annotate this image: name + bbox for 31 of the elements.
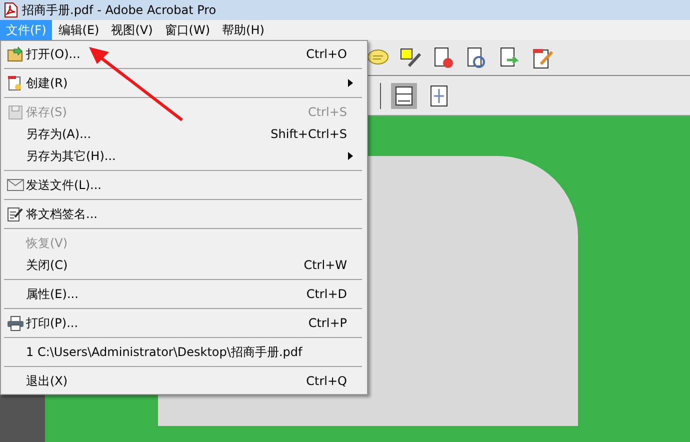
fit-width-icon	[395, 86, 413, 106]
menu-item[interactable]: 打开(O)... Ctrl+O	[1, 43, 367, 65]
menu-item[interactable]: 另存为(A)... Shift+Ctrl+S	[1, 123, 367, 145]
envelope-icon	[6, 179, 24, 191]
printer-icon	[6, 316, 24, 330]
pdf-file-icon	[4, 2, 18, 18]
new-document-icon	[7, 75, 23, 91]
menu-item[interactable]: 帮助(H)	[216, 20, 270, 40]
sign-document-icon	[7, 206, 23, 222]
menu-item[interactable]: 视图(V)	[105, 20, 159, 40]
document-delete-icon[interactable]	[432, 46, 456, 70]
menu-item[interactable]: 发送文件(L)...	[1, 174, 367, 196]
menu-item[interactable]: 退出(X) Ctrl+Q	[1, 370, 367, 392]
menu-item[interactable]: 属性(E)... Ctrl+D	[1, 283, 367, 305]
menu-item: 保存(S) Ctrl+S	[1, 101, 367, 123]
menu-item[interactable]: 打印(P)... Ctrl+P	[1, 312, 367, 334]
menu-item[interactable]: 另存为其它(H)...	[1, 145, 367, 167]
menu-item[interactable]: 窗口(W)	[158, 20, 216, 40]
fit-width-button[interactable]	[391, 82, 417, 108]
menu-item[interactable]: 将文档签名...	[1, 203, 367, 225]
folder-icon	[7, 46, 23, 62]
submenu-arrow-icon	[348, 79, 353, 87]
window-title: 招商手册.pdf - Adobe Acrobat Pro	[22, 2, 216, 19]
submenu-arrow-icon	[348, 152, 353, 160]
menu-item: 恢复(V)	[24, 235, 69, 252]
document-arrow-icon[interactable]	[498, 46, 522, 70]
menu-item[interactable]: 关闭(C) Ctrl+W	[1, 254, 367, 276]
menu-item[interactable]: 创建(R)	[1, 72, 367, 94]
text-edit-icon[interactable]	[399, 46, 423, 70]
menu-item[interactable]: 1 C:\Users\Administrator\Desktop\招商手册.pdf	[1, 341, 367, 363]
menu-item[interactable]: 编辑(E)	[52, 20, 106, 40]
